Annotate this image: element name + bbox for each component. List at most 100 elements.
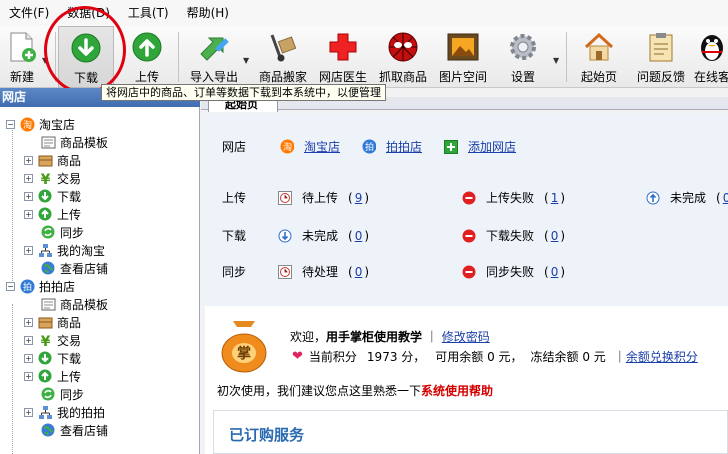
tree-item-download[interactable]: + 下载: [24, 349, 81, 367]
tree-node-taobao[interactable]: − 淘 淘宝店: [6, 115, 75, 133]
tree-item-upload[interactable]: + 上传: [24, 367, 81, 385]
add-shop-link[interactable]: 添加网店: [444, 138, 516, 155]
heart-icon: ❤: [292, 349, 303, 364]
expand-toggle-icon[interactable]: +: [24, 155, 33, 165]
pending-upload-count[interactable]: 9: [355, 191, 363, 205]
expand-toggle-icon[interactable]: +: [24, 191, 33, 201]
menu-data[interactable]: 数据(D): [58, 0, 119, 26]
upload-incomplete-status[interactable]: 未完成 (0): [646, 189, 728, 206]
tree-node-paipai[interactable]: − 拍 拍拍店: [6, 277, 75, 295]
down-arrow-circle-icon: [278, 229, 292, 243]
yen-icon: ¥: [37, 170, 53, 186]
upload-failed-count[interactable]: 1: [551, 191, 559, 205]
svg-text:拍: 拍: [365, 141, 374, 153]
redeem-points-link[interactable]: 余额兑换积分: [626, 348, 698, 365]
menu-help[interactable]: 帮助(H): [178, 0, 238, 26]
expand-toggle-icon[interactable]: +: [24, 335, 33, 345]
upload-incomplete-count[interactable]: 0: [723, 191, 728, 205]
start-page-button[interactable]: 起始页: [574, 26, 624, 88]
link-text[interactable]: 添加网店: [468, 138, 516, 155]
help-hint: 初次使用，我们建议您点这里熟悉一下系统使用帮助: [217, 382, 493, 399]
tree-line: [12, 304, 13, 454]
download-button[interactable]: 下载: [58, 26, 114, 88]
expand-toggle-icon[interactable]: +: [24, 407, 33, 417]
upload-button[interactable]: 上传: [124, 26, 170, 88]
system-help-link[interactable]: 系统使用帮助: [421, 384, 493, 398]
new-document-icon: [5, 30, 39, 64]
tree-label: 拍拍店: [39, 279, 76, 294]
menu-tools[interactable]: 工具(T): [119, 0, 178, 26]
change-password-link[interactable]: 修改密码: [442, 330, 490, 344]
sync-icon: [40, 386, 56, 402]
sync-failed-status[interactable]: 同步失败 (0): [462, 263, 565, 280]
download-incomplete-status[interactable]: 未完成 (0): [278, 227, 369, 244]
sync-pending-status[interactable]: 待处理 (0): [278, 263, 369, 280]
tree-item-product-template[interactable]: 商品模板: [40, 295, 108, 313]
tree-item-my-paipai[interactable]: + 我的拍拍: [24, 403, 105, 421]
online-service-button[interactable]: 在线客: [692, 26, 728, 88]
tree-item-trades[interactable]: + ¥ 交易: [24, 331, 81, 349]
taobao-shop-link[interactable]: 淘 淘宝店: [280, 138, 340, 155]
collapse-toggle-icon[interactable]: −: [6, 281, 15, 291]
expand-toggle-icon[interactable]: +: [24, 209, 33, 219]
tree-item-sync[interactable]: 同步: [40, 223, 84, 241]
upload-failed-status[interactable]: 上传失败 (1): [462, 189, 565, 206]
sync-failed-count[interactable]: 0: [551, 265, 559, 279]
pending-upload-status[interactable]: 待上传 (9): [278, 189, 369, 206]
paipai-shop-link[interactable]: 拍 拍拍店: [362, 138, 422, 155]
import-export-dropdown-arrow-icon[interactable]: ▼: [243, 56, 249, 65]
new-dropdown-arrow-icon[interactable]: ▼: [42, 56, 48, 65]
sync-pending-count[interactable]: 0: [355, 265, 363, 279]
download-failed-count[interactable]: 0: [551, 229, 559, 243]
import-export-arrows-icon: [197, 30, 231, 64]
image-space-button[interactable]: 图片空间: [434, 26, 492, 88]
download-incomplete-count[interactable]: 0: [355, 229, 363, 243]
tree-item-download[interactable]: + 下载: [24, 187, 81, 205]
welcome-line: 欢迎，用手掌柜使用教学 ｜ 修改密码: [290, 328, 490, 345]
tree-item-view-shop[interactable]: 查看店铺: [40, 259, 108, 277]
shop-doctor-button[interactable]: 网店医生: [314, 26, 372, 88]
tree-item-sync[interactable]: 同步: [40, 385, 84, 403]
expand-toggle-icon[interactable]: +: [24, 173, 33, 183]
tree-item-product-template[interactable]: 商品模板: [40, 133, 108, 151]
tree-label: 淘宝店: [39, 117, 76, 132]
download-row-label: 下载: [222, 229, 247, 243]
download-failed-status[interactable]: 下载失败 (0): [462, 227, 565, 244]
up-arrow-circle-icon: [646, 191, 660, 205]
tree-label: 查看店铺: [60, 261, 109, 276]
product-move-button[interactable]: 商品搬家: [254, 26, 312, 88]
balance-value: 可用余额 0 元，: [435, 350, 523, 364]
svg-text:拍: 拍: [22, 281, 31, 293]
settings-dropdown-arrow-icon[interactable]: ▼: [553, 56, 559, 65]
expand-toggle-icon[interactable]: +: [24, 371, 33, 381]
globe-icon: [40, 422, 56, 438]
spider-mask-icon: [386, 30, 420, 64]
feedback-button[interactable]: 问题反馈: [632, 26, 690, 88]
download-tooltip: 将网店中的商品、订单等数据下载到本系统中，以便管理: [101, 84, 386, 101]
expand-toggle-icon[interactable]: +: [24, 353, 33, 363]
tree-item-upload[interactable]: + 上传: [24, 205, 81, 223]
greeting-text: 欢迎，: [290, 330, 327, 344]
shop-doctor-label: 网店医生: [318, 70, 367, 84]
import-export-button[interactable]: 导入导出: [184, 26, 244, 88]
download-arrow-icon: [37, 350, 53, 366]
menu-file[interactable]: 文件(F): [0, 0, 58, 26]
expand-toggle-icon[interactable]: +: [24, 317, 33, 327]
tree-item-products[interactable]: + 商品: [24, 313, 81, 331]
tree-item-my-taobao[interactable]: + 我的淘宝: [24, 241, 105, 259]
settings-button[interactable]: 设置: [500, 26, 546, 88]
tree-item-view-shop[interactable]: 查看店铺: [40, 421, 108, 439]
collapse-toggle-icon[interactable]: −: [6, 119, 15, 129]
grab-products-button[interactable]: 抓取商品: [374, 26, 432, 88]
new-button[interactable]: 新建: [2, 26, 42, 88]
link-text[interactable]: 淘宝店: [304, 138, 340, 155]
sync-icon: [40, 224, 56, 240]
tree-item-products[interactable]: + 商品: [24, 151, 81, 169]
yen-icon: ¥: [37, 332, 53, 348]
link-text[interactable]: 拍拍店: [386, 138, 422, 155]
shop-row-label: 网店: [222, 140, 247, 154]
tree-label: 上传: [57, 369, 82, 384]
error-minus-icon: [462, 265, 476, 279]
tree-item-trades[interactable]: + ¥ 交易: [24, 169, 81, 187]
expand-toggle-icon[interactable]: +: [24, 245, 33, 255]
